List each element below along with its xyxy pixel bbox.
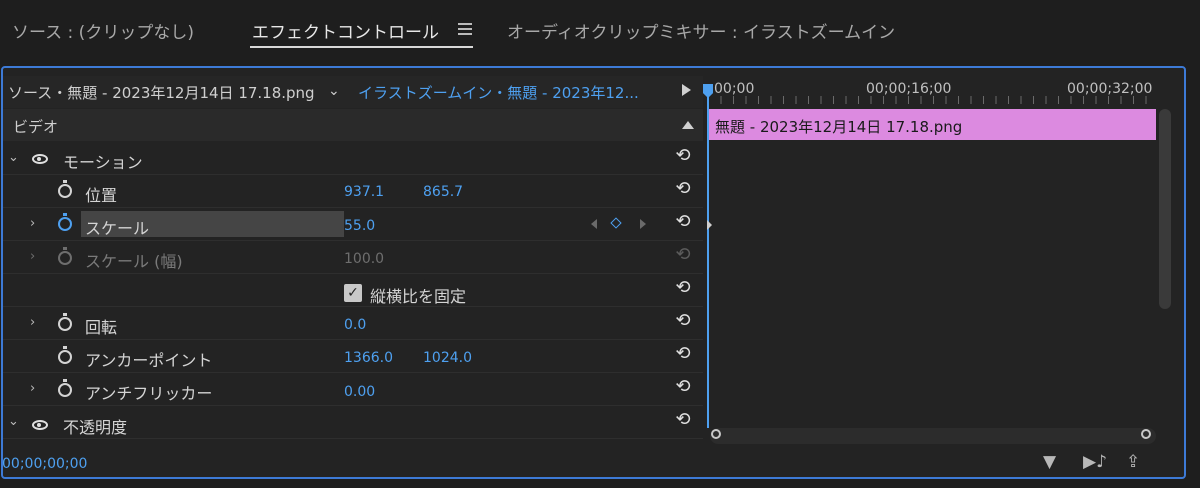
- reset-icon: ⟲: [675, 244, 691, 265]
- opacity-label: 不透明度: [63, 418, 128, 437]
- rotation-value[interactable]: 0.0: [344, 317, 366, 333]
- scale-label: スケール: [85, 219, 150, 238]
- play-audio-icon[interactable]: ▶♪: [1083, 452, 1107, 472]
- reset-icon[interactable]: ⟲: [672, 343, 694, 365]
- rotation-label: 回転: [85, 318, 118, 337]
- reset-icon[interactable]: ⟲: [672, 277, 694, 299]
- panel-tabs: ソース : (クリップなし) エフェクトコントロール オーディオクリップミキサー…: [0, 0, 1200, 62]
- panel-menu-icon[interactable]: [458, 23, 472, 35]
- anti-flicker-value[interactable]: 0.00: [344, 384, 375, 400]
- stopwatch-icon[interactable]: [58, 346, 72, 364]
- stopwatch-icon: [58, 247, 72, 265]
- position-label: 位置: [85, 186, 118, 205]
- stopwatch-icon[interactable]: [58, 213, 72, 231]
- reset-icon[interactable]: ⟲: [672, 376, 694, 398]
- eye-icon[interactable]: [32, 420, 48, 430]
- scroll-end-handle[interactable]: [1141, 429, 1151, 439]
- vertical-scrollbar[interactable]: [1159, 109, 1171, 309]
- chevron-right-icon[interactable]: ›: [30, 381, 35, 396]
- scale-value[interactable]: 55.0: [344, 218, 375, 234]
- chevron-down-icon[interactable]: ⌄: [328, 83, 340, 99]
- stopwatch-icon[interactable]: [58, 379, 72, 397]
- uniform-scale-checkbox[interactable]: ✓: [344, 284, 362, 302]
- horizontal-scrollbar[interactable]: [710, 428, 1156, 444]
- collapse-up-icon[interactable]: [682, 121, 694, 129]
- export-icon[interactable]: ⇪: [1126, 452, 1140, 472]
- reset-icon[interactable]: ⟲: [672, 145, 694, 167]
- chevron-right-icon[interactable]: ›: [30, 216, 35, 231]
- tab-effect-controls[interactable]: エフェクトコントロール: [252, 18, 439, 43]
- stopwatch-icon[interactable]: [58, 180, 72, 198]
- prev-keyframe-icon[interactable]: [591, 219, 597, 229]
- chevron-right-icon[interactable]: ›: [30, 315, 35, 330]
- reset-icon[interactable]: ⟲: [672, 178, 694, 200]
- reset-icon[interactable]: ⟲: [672, 310, 694, 332]
- sequence-clip-label[interactable]: イラストズームイン・無題 - 2023年12...: [358, 82, 639, 103]
- tab-audio-clip-mixer[interactable]: オーディオクリップミキサー : イラストズームイン: [507, 18, 895, 43]
- tab-source[interactable]: ソース : (クリップなし): [12, 18, 194, 43]
- reset-icon[interactable]: ⟲: [672, 409, 694, 431]
- filter-icon[interactable]: ▼: [1043, 452, 1056, 472]
- next-keyframe-icon[interactable]: [640, 219, 646, 229]
- time-ruler[interactable]: [708, 96, 1156, 104]
- ruler-time-1: 00;00;16;00: [866, 81, 952, 97]
- position-y-value[interactable]: 865.7: [423, 184, 463, 200]
- ruler-time-0: 00;00: [714, 81, 755, 97]
- anchor-label: アンカーポイント: [85, 351, 213, 370]
- reset-icon[interactable]: ⟲: [672, 211, 694, 233]
- play-icon[interactable]: [682, 84, 691, 96]
- motion-label: モーション: [63, 153, 143, 172]
- chevron-right-icon[interactable]: ›: [30, 249, 35, 264]
- anti-flicker-label: アンチフリッカー: [85, 384, 213, 403]
- scroll-start-handle[interactable]: [711, 429, 721, 439]
- scale-width-value: 100.0: [344, 251, 385, 267]
- current-timecode[interactable]: 00;00;00;00: [2, 456, 87, 472]
- keyframe-marker-icon: [707, 220, 712, 230]
- ruler-time-2: 00;00;32;00: [1067, 81, 1153, 97]
- anchor-y-value[interactable]: 1024.0: [423, 350, 472, 366]
- chevron-down-icon[interactable]: ⌄: [8, 414, 19, 429]
- source-clip-label: ソース・無題 - 2023年12月14日 17.18.png: [8, 84, 315, 102]
- video-section-label: ビデオ: [13, 118, 59, 136]
- active-tab-underline: [250, 46, 473, 48]
- playhead-line[interactable]: [707, 88, 709, 428]
- uniform-scale-label: 縦横比を固定: [370, 287, 467, 306]
- timeline-clip-label: 無題 - 2023年12月14日 17.18.png: [715, 118, 963, 136]
- video-section-header: [3, 109, 703, 141]
- anchor-x-value[interactable]: 1366.0: [344, 350, 393, 366]
- position-x-value[interactable]: 937.1: [344, 184, 384, 200]
- scale-width-label: スケール (幅): [85, 252, 183, 271]
- eye-icon[interactable]: [32, 154, 48, 164]
- chevron-down-icon[interactable]: ⌄: [8, 150, 19, 165]
- stopwatch-icon[interactable]: [58, 313, 72, 331]
